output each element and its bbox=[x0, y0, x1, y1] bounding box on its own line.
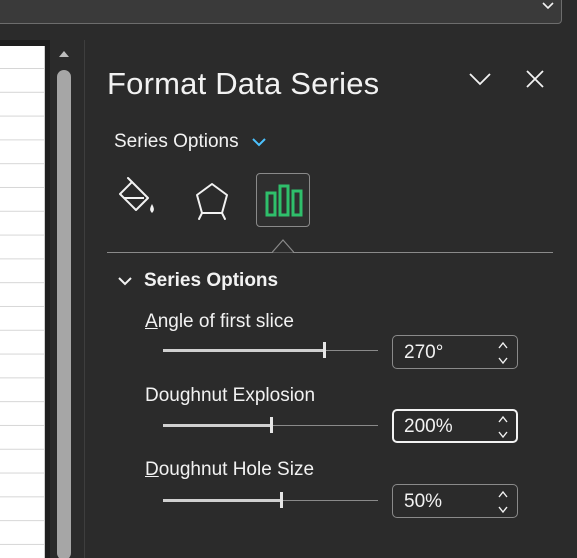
hole-accel-key: D bbox=[145, 459, 159, 480]
selected-tab-caret-icon bbox=[272, 239, 294, 253]
doughnut-explosion-label: Doughnut Explosion bbox=[145, 385, 316, 406]
hole-size-slider[interactable] bbox=[163, 492, 378, 508]
scrollbar-thumb[interactable] bbox=[57, 70, 71, 558]
slider-track bbox=[271, 425, 378, 426]
slider-track bbox=[281, 500, 378, 501]
chevron-down-icon bbox=[542, 2, 554, 10]
doughnut-hole-size-label: Doughnut Hole Size bbox=[145, 459, 314, 481]
tab-divider bbox=[107, 252, 553, 253]
hole-label-rest: oughnut Hole Size bbox=[158, 459, 315, 480]
tab-effects[interactable] bbox=[185, 174, 239, 228]
chevron-down-icon bbox=[251, 138, 266, 147]
scroll-up-arrow-icon[interactable] bbox=[56, 46, 72, 62]
slider-track bbox=[324, 350, 378, 351]
worksheet-grid[interactable] bbox=[0, 46, 45, 558]
angle-value: 270° bbox=[404, 342, 444, 363]
pane-title: Format Data Series bbox=[107, 66, 380, 101]
spinner-arrows bbox=[497, 489, 509, 515]
pentagon-icon bbox=[196, 183, 228, 220]
paint-bucket-icon bbox=[119, 177, 154, 213]
top-dropdown[interactable] bbox=[0, 0, 562, 24]
spin-down-icon[interactable] bbox=[497, 430, 509, 440]
slider-thumb[interactable] bbox=[280, 492, 283, 508]
tab-series-options[interactable] bbox=[256, 173, 310, 227]
series-options-section-header[interactable]: Series Options bbox=[118, 270, 278, 292]
pane-options-button[interactable] bbox=[465, 64, 495, 94]
hole-size-spinner[interactable]: 50% bbox=[392, 484, 518, 518]
explosion-spinner[interactable]: 200% bbox=[392, 409, 518, 443]
slider-track-filled bbox=[163, 349, 324, 352]
slider-thumb[interactable] bbox=[323, 342, 326, 358]
pane-close-button[interactable] bbox=[520, 64, 550, 94]
angle-accel-key: A bbox=[145, 311, 158, 332]
chevron-down-icon bbox=[469, 73, 491, 86]
series-options-dropdown[interactable]: Series Options bbox=[114, 128, 267, 156]
tab-fill-line[interactable] bbox=[110, 174, 164, 228]
hole-size-value: 50% bbox=[404, 491, 443, 512]
angle-slider[interactable] bbox=[163, 342, 378, 358]
slider-track-filled bbox=[163, 424, 271, 427]
slider-thumb[interactable] bbox=[270, 417, 273, 433]
angle-first-slice-label: Angle of first slice bbox=[145, 311, 294, 333]
bar-chart-icon bbox=[265, 184, 303, 217]
spinner-arrows bbox=[497, 340, 509, 366]
chevron-down-icon bbox=[118, 277, 132, 286]
slider-track-filled bbox=[163, 499, 281, 502]
series-options-dropdown-label: Series Options bbox=[114, 131, 239, 152]
spin-down-icon[interactable] bbox=[497, 505, 509, 515]
explosion-slider[interactable] bbox=[163, 417, 378, 433]
spin-up-icon[interactable] bbox=[497, 489, 509, 499]
explosion-value: 200% bbox=[404, 416, 453, 437]
spin-down-icon[interactable] bbox=[497, 356, 509, 366]
angle-spinner[interactable]: 270° bbox=[392, 335, 518, 369]
spin-up-icon[interactable] bbox=[497, 414, 509, 424]
spinner-arrows bbox=[497, 414, 509, 440]
pane-divider bbox=[84, 40, 85, 558]
section-title: Series Options bbox=[144, 270, 279, 291]
spin-up-icon[interactable] bbox=[497, 340, 509, 350]
angle-label-rest: ngle of first slice bbox=[157, 311, 294, 332]
close-icon bbox=[526, 70, 544, 88]
